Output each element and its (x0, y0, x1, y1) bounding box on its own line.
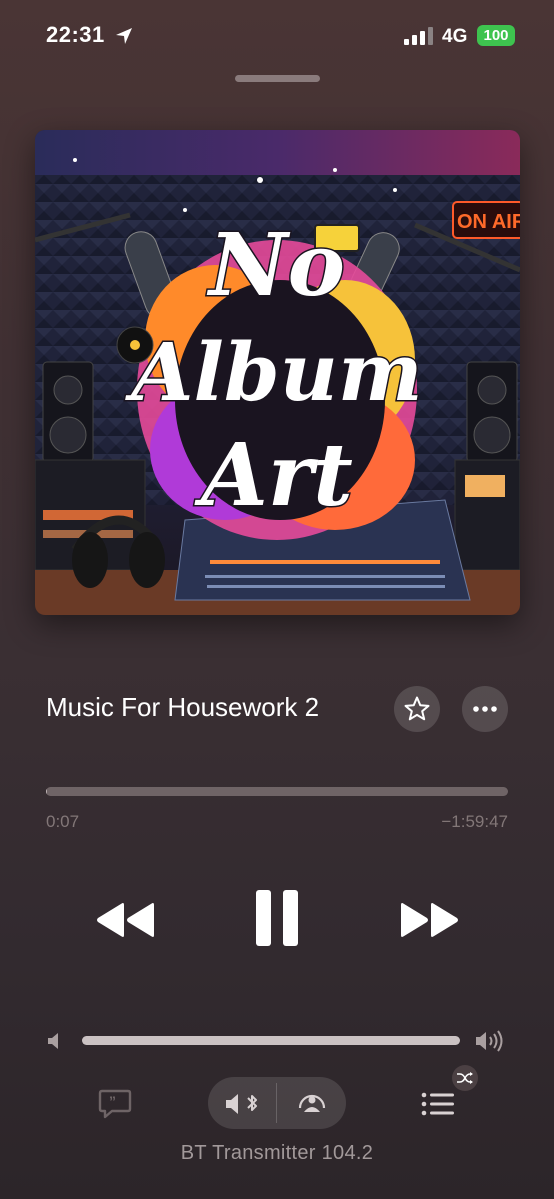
route-divider (276, 1083, 277, 1123)
status-time: 22:31 (46, 22, 105, 47)
rewind-button[interactable] (95, 895, 157, 945)
lyrics-icon[interactable]: ” (98, 1089, 132, 1119)
star-icon (404, 696, 430, 721)
fast-forward-button[interactable] (398, 895, 460, 945)
volume-high-icon (476, 1030, 503, 1052)
sheet-grabber[interactable] (235, 75, 320, 82)
volume-level-fill (82, 1036, 460, 1045)
fast-forward-icon (401, 903, 458, 937)
pause-button[interactable] (250, 885, 304, 951)
artwork-text-no: No (206, 215, 345, 316)
speaker-bluetooth-icon[interactable] (222, 1090, 266, 1118)
ellipsis-icon (473, 706, 497, 712)
battery-indicator: 100 (477, 25, 515, 46)
artwork-text-art: Art (194, 425, 353, 526)
airplay-icon[interactable] (290, 1088, 334, 1118)
volume-low-icon (48, 1033, 58, 1049)
queue-icon[interactable] (420, 1090, 456, 1118)
shuffle-icon (457, 1072, 473, 1084)
track-title: Music For Housework 2 (46, 692, 320, 722)
cellular-signal-icon (404, 27, 433, 45)
network-type: 4G (442, 26, 468, 47)
rewind-icon (97, 903, 154, 937)
elapsed-time: 0:07 (46, 812, 80, 831)
pause-icon (256, 890, 298, 946)
location-arrow-icon (116, 28, 132, 44)
volume-slider[interactable] (82, 1036, 460, 1045)
on-air-sign: ON AIR (457, 211, 520, 233)
shuffle-badge (452, 1065, 478, 1091)
playback-scrubber[interactable] (46, 787, 508, 796)
more-options-button[interactable] (462, 686, 508, 732)
output-device-name: BT Transmitter 104.2 (180, 1142, 374, 1164)
svg-text:”: ” (109, 1093, 116, 1109)
remaining-time: −1:59:47 (441, 812, 508, 831)
artwork-text-album: Album (124, 325, 422, 419)
album-artwork: ON AIR No Album Art (35, 130, 520, 615)
favorite-button[interactable] (394, 686, 440, 732)
